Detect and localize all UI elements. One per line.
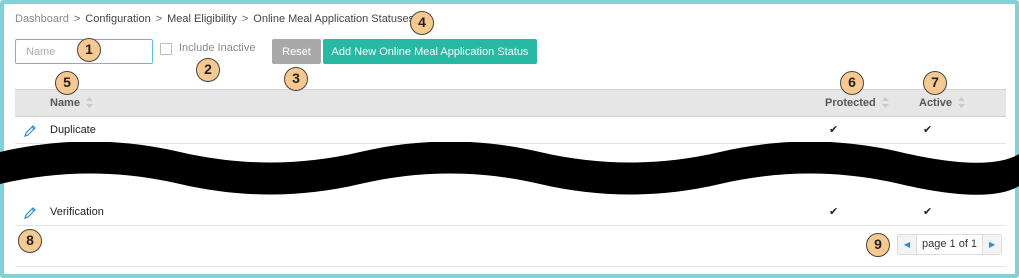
callout-marker: 2 (196, 58, 220, 82)
column-header-name[interactable]: Name (50, 96, 93, 109)
breadcrumb: Dashboard > Configuration > Meal Eligibility… (15, 13, 414, 25)
include-inactive-label[interactable]: Include Inactive (179, 42, 255, 54)
column-header-name-label: Name (50, 97, 80, 109)
sort-icon[interactable] (881, 96, 889, 108)
callout-marker: 3 (284, 67, 308, 91)
callout-marker: 4 (410, 11, 434, 35)
active-check: ✔ (923, 124, 933, 136)
sort-icon[interactable] (85, 96, 93, 108)
breadcrumb-separator: > (241, 13, 249, 25)
row-name: Duplicate (50, 124, 96, 136)
chevron-left-icon[interactable]: ◀ (898, 235, 916, 254)
column-header-protected[interactable]: Protected (825, 96, 889, 109)
pencil-icon[interactable] (23, 124, 37, 138)
statuses-table-continued: Verification ✔ ✔ (15, 199, 1006, 226)
breadcrumb-separator: > (155, 13, 163, 25)
column-header-protected-label: Protected (825, 97, 876, 109)
row-name: Verification (50, 206, 104, 218)
include-inactive-checkbox[interactable] (160, 43, 172, 55)
breadcrumb-current-page: Online Meal Application Statuses (253, 13, 415, 25)
chevron-right-icon[interactable]: ▶ (983, 235, 1002, 254)
breadcrumb-separator: > (73, 13, 81, 25)
active-check: ✔ (923, 206, 933, 218)
table-row: Verification ✔ ✔ (15, 199, 1006, 226)
callout-marker: 7 (923, 71, 947, 95)
redaction-wave (0, 142, 1019, 195)
statuses-table: Name Protected Active Duplicate ✔ ✔ (15, 89, 1006, 144)
callout-marker: 8 (18, 229, 42, 253)
pagination: ◀ page 1 of 1 ▶ (897, 234, 1003, 255)
table-bottom-border (15, 266, 1006, 267)
callout-marker: 6 (840, 71, 864, 95)
breadcrumb-meal-eligibility[interactable]: Meal Eligibility (167, 13, 237, 25)
sort-icon[interactable] (958, 96, 966, 108)
add-status-button[interactable]: Add New Online Meal Application Status (323, 39, 537, 64)
page-indicator: page 1 of 1 (916, 235, 984, 254)
callout-marker: 1 (77, 38, 101, 62)
pencil-icon[interactable] (23, 206, 37, 220)
breadcrumb-configuration[interactable]: Configuration (85, 13, 150, 25)
callout-marker: 9 (866, 233, 890, 257)
column-header-active-label: Active (919, 97, 953, 109)
reset-button[interactable]: Reset (272, 39, 321, 64)
breadcrumb-dashboard[interactable]: Dashboard (15, 13, 69, 25)
table-row: Duplicate ✔ ✔ (15, 117, 1006, 144)
column-header-active[interactable]: Active (919, 96, 966, 109)
callout-marker: 5 (55, 71, 79, 95)
protected-check: ✔ (829, 206, 839, 218)
protected-check: ✔ (829, 124, 839, 136)
